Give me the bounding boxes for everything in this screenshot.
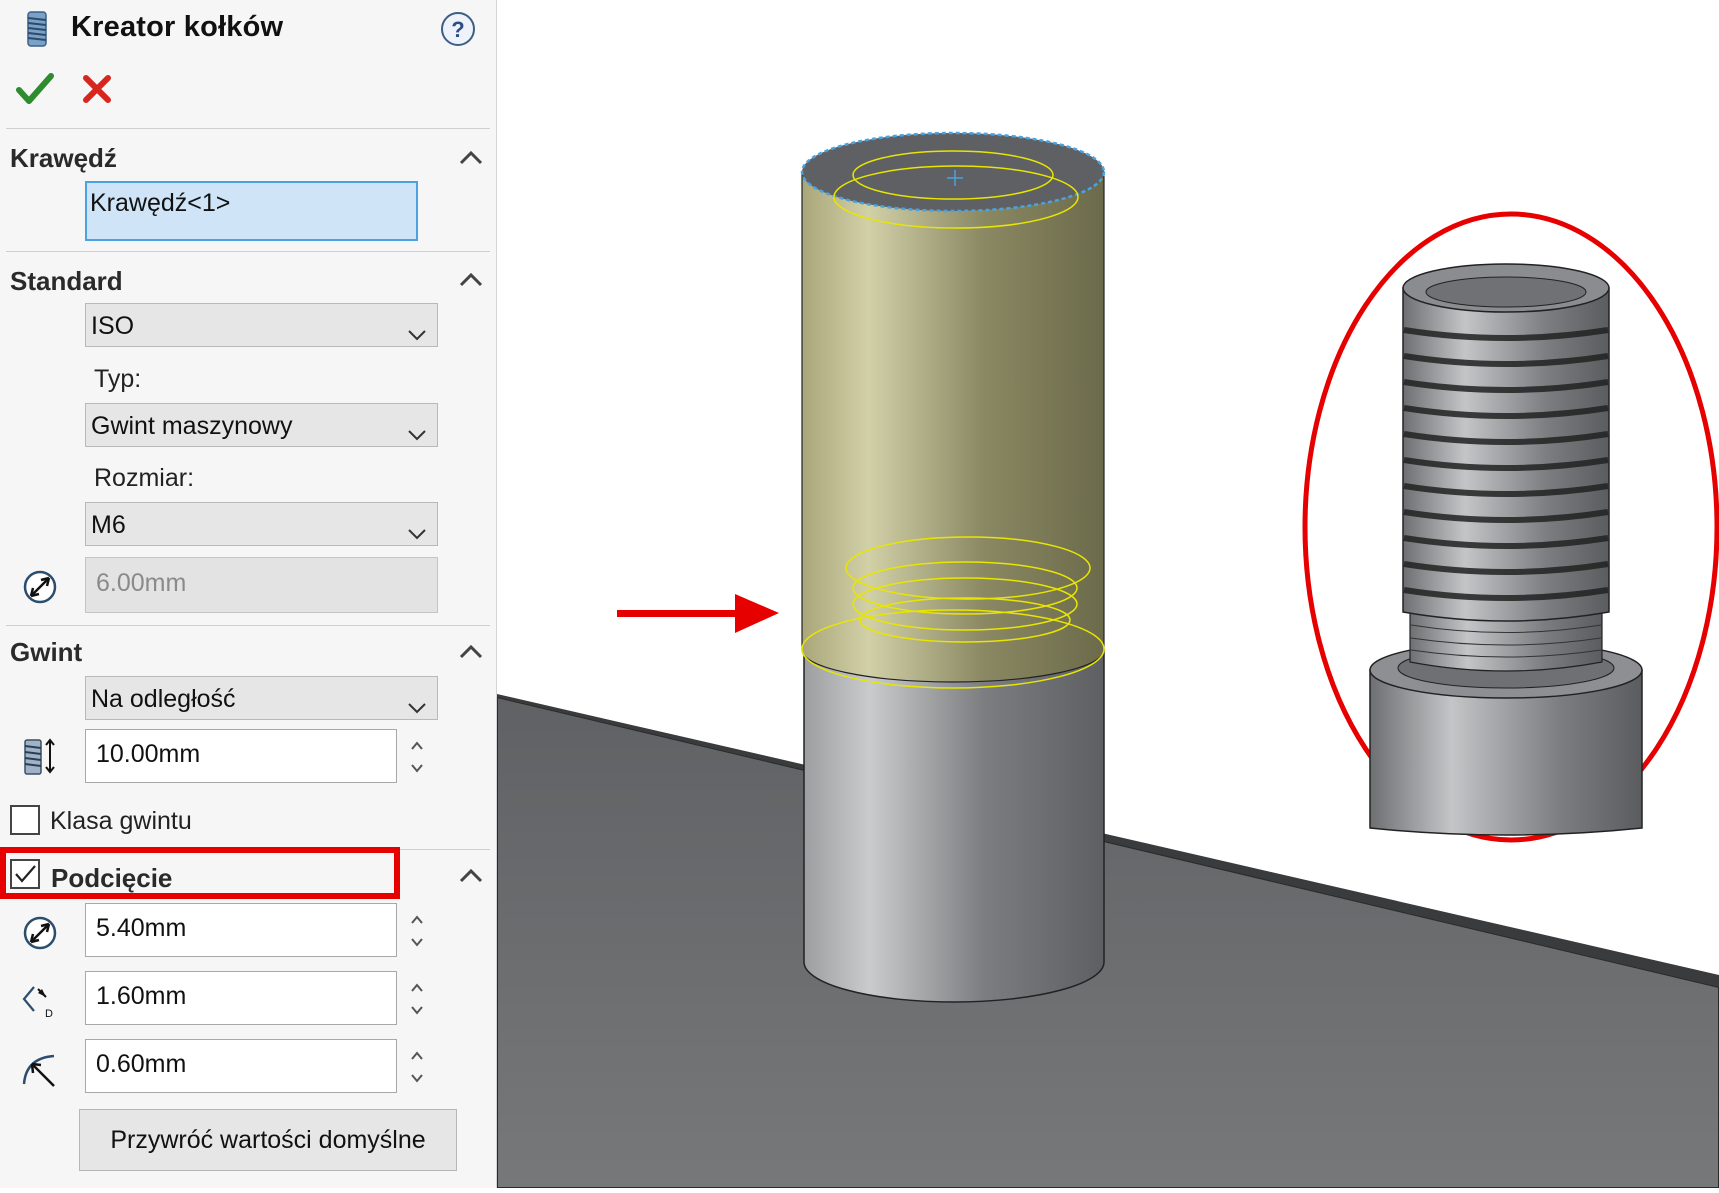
separator: [6, 128, 490, 129]
thread-length-input[interactable]: 10.00mm: [85, 729, 397, 783]
spin-down-icon[interactable]: [410, 761, 424, 775]
spin-up-icon[interactable]: [410, 981, 424, 995]
section-title-edge: Krawędź: [10, 143, 117, 173]
standard-select[interactable]: ISO: [85, 303, 438, 347]
diameter-field-value: 6.00mm: [96, 569, 187, 597]
type-label: Typ:: [94, 365, 142, 393]
end-condition-value: Na odległość: [91, 685, 236, 713]
thread-length-value: 10.00mm: [96, 740, 201, 768]
checkmark-icon[interactable]: [16, 72, 54, 111]
chevron-down-icon: [407, 415, 427, 441]
chevron-down-icon: [407, 514, 427, 540]
spin-down-icon[interactable]: [410, 1003, 424, 1017]
question-icon[interactable]: ?: [439, 10, 477, 53]
callout-arrow-icon: [617, 594, 779, 633]
undercut-depth-icon: D: [20, 983, 60, 1026]
panel-title: Kreator kołków: [71, 11, 284, 43]
chevron-down-icon: [407, 688, 427, 714]
size-select-value: M6: [91, 511, 126, 539]
chevron-up-icon[interactable]: [457, 640, 485, 662]
separator: [6, 625, 490, 626]
undercut-depth-value: 1.60mm: [96, 982, 187, 1010]
type-select-value: Gwint maszynowy: [91, 412, 293, 440]
chevron-down-icon: [407, 315, 427, 341]
graphics-viewport[interactable]: [496, 0, 1719, 1189]
size-label: Rozmiar:: [94, 464, 195, 492]
property-manager-panel: Kreator kołków ? Krawędź Krawędź<1> Stan…: [0, 0, 497, 1188]
spin-up-icon[interactable]: [410, 739, 424, 753]
chevron-up-icon[interactable]: [457, 268, 485, 290]
model-view[interactable]: [496, 0, 1719, 1189]
spin-down-icon[interactable]: [410, 1071, 424, 1085]
edge-selection-box[interactable]: Krawędź<1>: [85, 181, 418, 241]
spin-down-icon[interactable]: [410, 935, 424, 949]
undercut-radius-spinner[interactable]: [398, 1039, 438, 1093]
size-select[interactable]: M6: [85, 502, 438, 546]
section-title-thread: Gwint: [10, 637, 83, 667]
end-condition-select[interactable]: Na odległość: [85, 676, 438, 720]
undercut-radius-icon: [20, 1050, 60, 1095]
undercut-highlight-box: [0, 847, 400, 899]
chevron-up-icon[interactable]: [457, 864, 485, 886]
diameter-field: 6.00mm: [85, 557, 438, 613]
diameter-icon: [21, 568, 59, 611]
restore-defaults-label: Przywróć wartości domyślne: [110, 1126, 426, 1154]
detail-view-callout: [1302, 211, 1719, 843]
close-icon[interactable]: [82, 74, 112, 109]
svg-text:?: ?: [451, 17, 464, 42]
undercut-radius-input[interactable]: 0.60mm: [85, 1039, 397, 1093]
undercut-depth-spinner[interactable]: [398, 971, 438, 1025]
stud-body-lower[interactable]: [803, 649, 1105, 1003]
standard-select-value: ISO: [91, 312, 135, 340]
edge-selection-value: Krawędź<1>: [90, 189, 231, 217]
stud-body-threaded[interactable]: [801, 171, 1105, 683]
stud-wizard-icon: [24, 10, 50, 53]
type-select[interactable]: Gwint maszynowy: [85, 403, 438, 447]
undercut-depth-input[interactable]: 1.60mm: [85, 971, 397, 1025]
chevron-up-icon[interactable]: [457, 146, 485, 168]
separator: [6, 251, 490, 252]
thread-class-label: Klasa gwintu: [50, 807, 192, 835]
section-title-standard: Standard: [10, 266, 123, 296]
spin-up-icon[interactable]: [410, 913, 424, 927]
undercut-diameter-spinner[interactable]: [398, 903, 438, 957]
spin-up-icon[interactable]: [410, 1049, 424, 1063]
thread-length-spinner[interactable]: [398, 729, 438, 783]
thread-class-checkbox[interactable]: [10, 805, 40, 835]
thread-length-icon: [22, 737, 60, 782]
undercut-diameter-icon: [21, 914, 59, 957]
restore-defaults-button[interactable]: Przywróć wartości domyślne: [79, 1109, 457, 1171]
undercut-diameter-value: 5.40mm: [96, 914, 187, 942]
svg-text:D: D: [45, 1008, 53, 1020]
undercut-radius-value: 0.60mm: [96, 1050, 187, 1078]
undercut-diameter-input[interactable]: 5.40mm: [85, 903, 397, 957]
